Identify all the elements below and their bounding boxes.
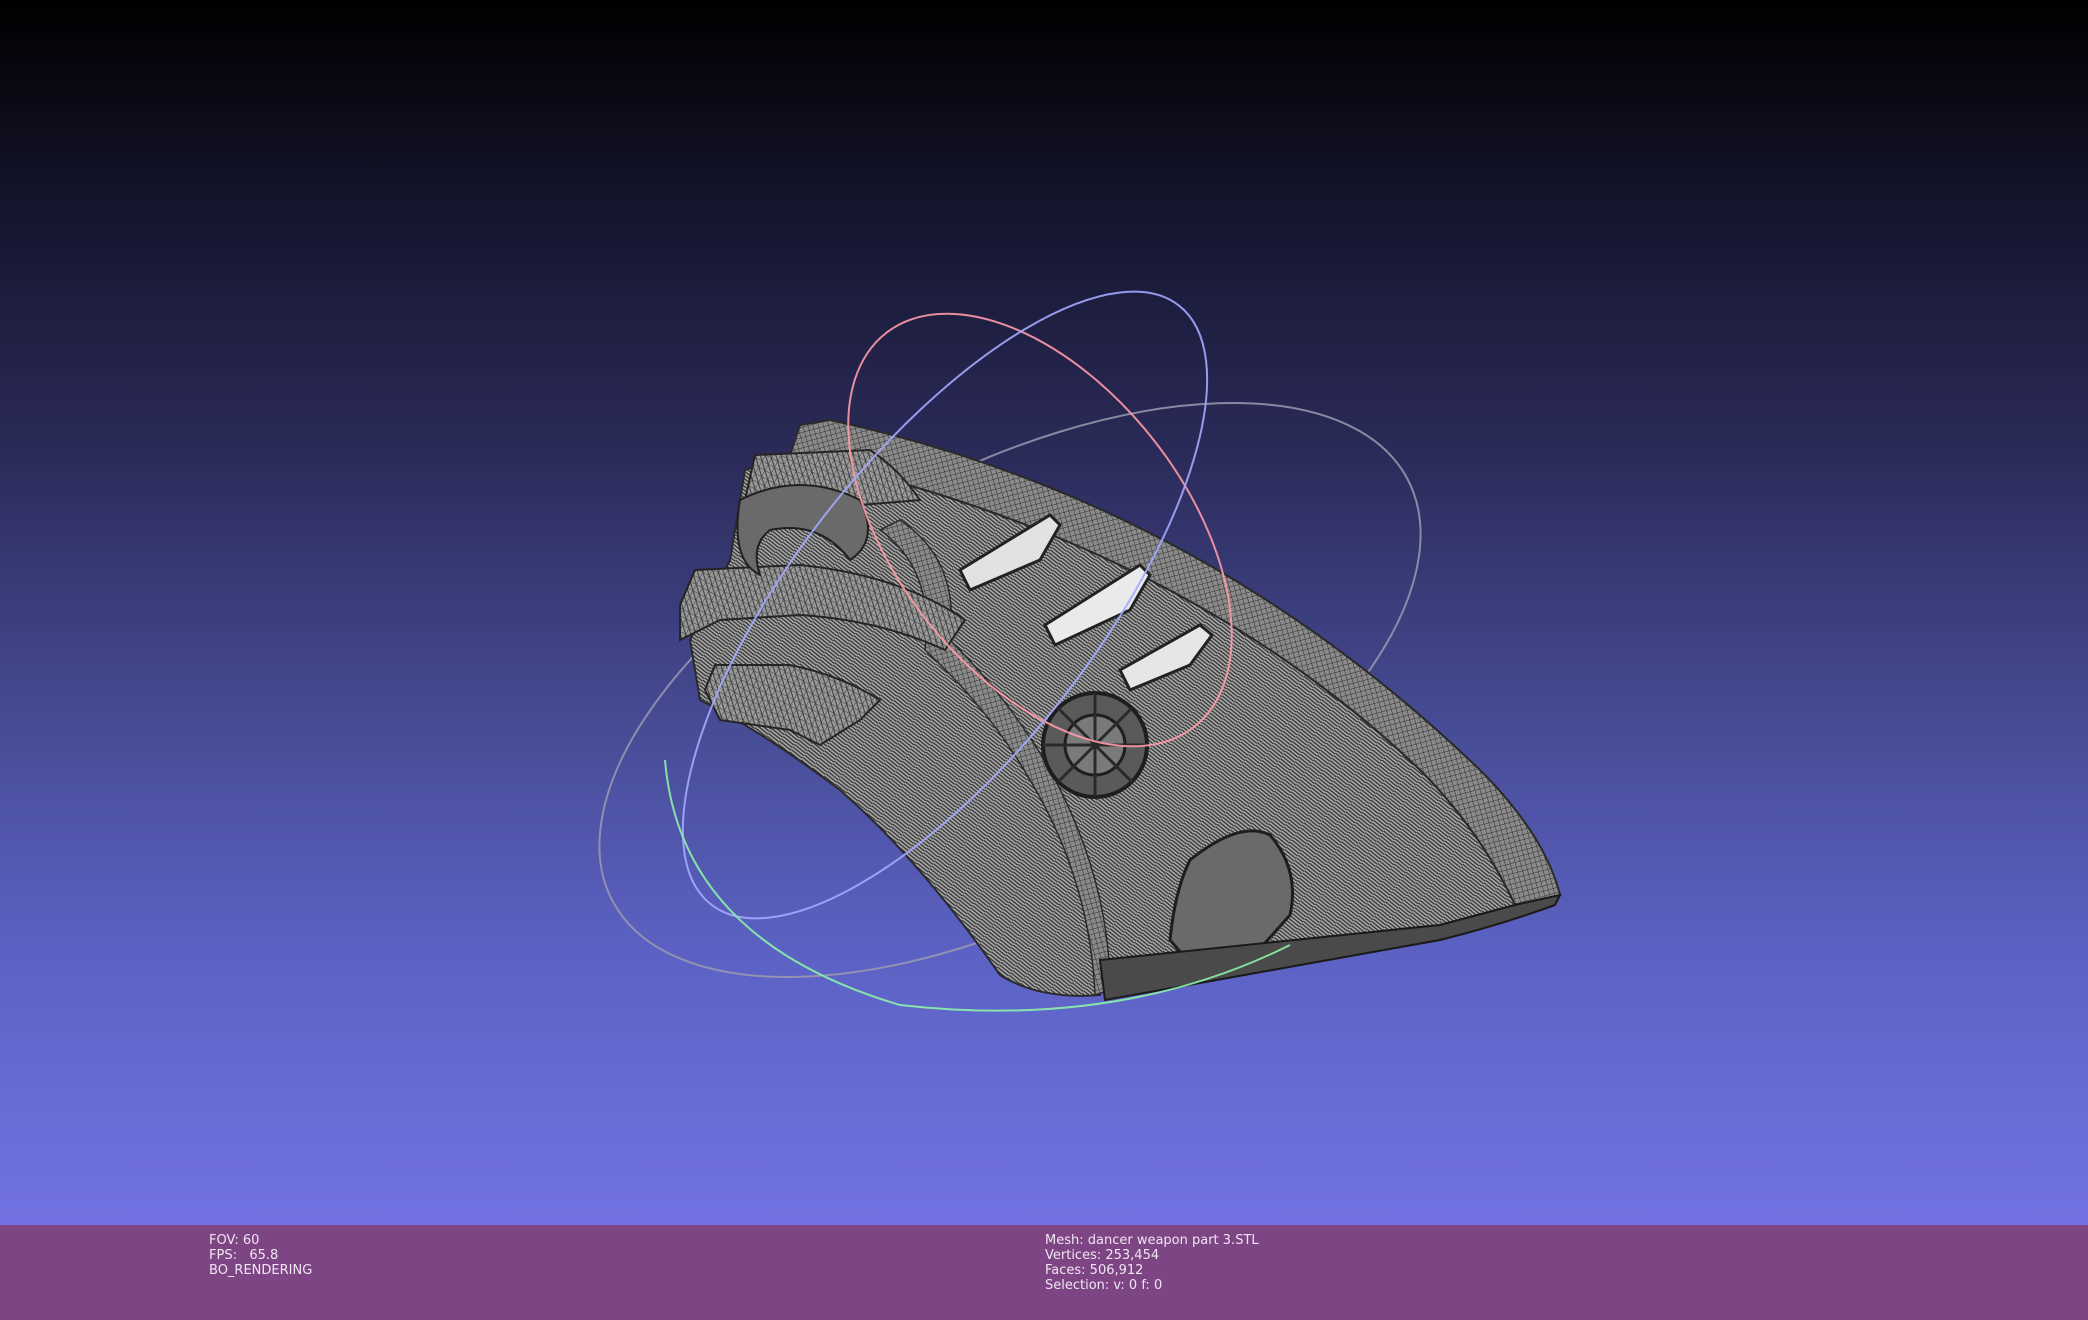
mesh-scene[interactable] <box>0 0 2088 1225</box>
mesh-model <box>679 418 1562 1002</box>
fov-label: FOV: 60 <box>209 1233 260 1248</box>
faces-label: Faces: 506,912 <box>1045 1263 1144 1278</box>
status-bar: FOV: 60 FPS: 65.8 BO_RENDERING Mesh: dan… <box>0 1225 2088 1320</box>
mesh-name-label: Mesh: dancer weapon part 3.STL <box>1045 1233 1259 1248</box>
mesh-medallion <box>1041 691 1149 799</box>
3d-viewport[interactable] <box>0 0 2088 1225</box>
vertices-label: Vertices: 253,454 <box>1045 1248 1160 1263</box>
fps-label: FPS: 65.8 <box>209 1248 279 1263</box>
render-mode-label: BO_RENDERING <box>209 1263 313 1278</box>
selection-label: Selection: v: 0 f: 0 <box>1045 1278 1163 1293</box>
render-info: FOV: 60 FPS: 65.8 BO_RENDERING <box>209 1233 312 1278</box>
mesh-info: Mesh: dancer weapon part 3.STL Vertices:… <box>1045 1233 1259 1293</box>
